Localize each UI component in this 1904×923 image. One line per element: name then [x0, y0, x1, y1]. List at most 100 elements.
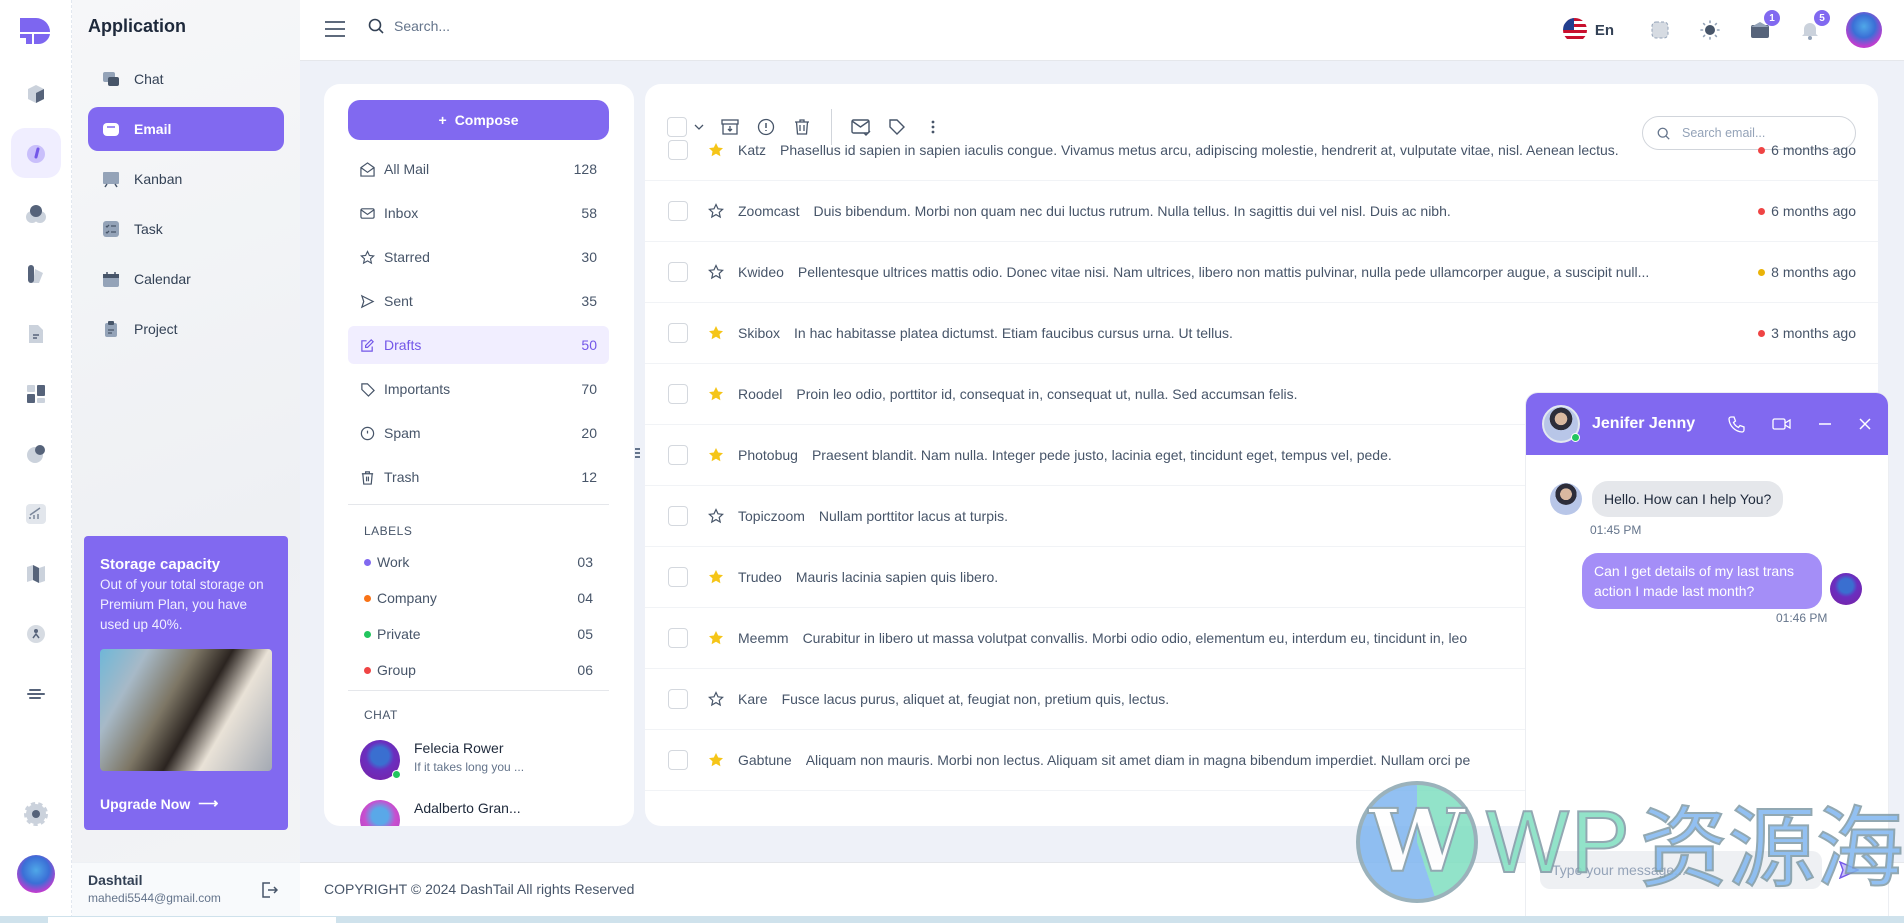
star-icon[interactable] [708, 263, 726, 281]
rail-person[interactable] [16, 614, 56, 654]
sidebar-item-label: Project [134, 321, 178, 337]
messages-button[interactable]: 1 [1748, 10, 1780, 42]
chat-contact[interactable]: Felecia Rower If it takes long you ... [360, 740, 524, 780]
rail-widgets[interactable] [16, 374, 56, 414]
sun-icon [1700, 20, 1720, 40]
email-checkbox[interactable] [668, 506, 688, 526]
sidebar-item-chat[interactable]: Chat [88, 57, 284, 101]
video-icon[interactable] [1772, 416, 1792, 432]
folder-count: 35 [581, 293, 597, 309]
arrow-right-icon: ⟶ [198, 795, 219, 811]
folder-drafts[interactable]: Drafts 50 [348, 326, 609, 364]
star-icon[interactable] [708, 507, 726, 525]
close-icon[interactable] [1858, 417, 1872, 431]
email-row[interactable]: Kwideo Pellentesque ultrices mattis odio.… [645, 242, 1878, 303]
chat-contact[interactable]: Adalberto Gran... [360, 800, 521, 826]
upgrade-now-button[interactable]: Upgrade Now ⟶ [100, 795, 218, 812]
send-icon [360, 293, 376, 309]
label-dot [364, 666, 371, 674]
minimize-icon[interactable] [1818, 417, 1832, 431]
rail-menu[interactable] [16, 674, 56, 714]
label-count: 05 [577, 626, 593, 642]
sidebar-item-email[interactable]: Email [88, 107, 284, 151]
email-checkbox[interactable] [668, 567, 688, 587]
logout-icon[interactable] [260, 881, 278, 899]
email-row[interactable]: Katz Phasellus id sapien in sapien iaculi… [645, 120, 1878, 181]
language-selector[interactable]: En [1595, 22, 1614, 39]
chart-icon [26, 504, 46, 524]
hamburger-menu-icon[interactable] [324, 20, 346, 38]
phone-icon[interactable] [1728, 415, 1746, 433]
star-icon[interactable] [708, 202, 726, 220]
email-row[interactable]: Skibox In hac habitasse platea dictumst. … [645, 303, 1878, 364]
folder-sent[interactable]: Sent 35 [348, 282, 609, 320]
folder-importants[interactable]: Importants 70 [348, 370, 609, 408]
email-checkbox[interactable] [668, 750, 688, 770]
fullscreen-button[interactable] [1648, 18, 1672, 42]
chat-message-input[interactable]: Type your message... [1540, 851, 1822, 889]
folder-all-mail[interactable]: All Mail 128 [348, 150, 609, 188]
email-checkbox[interactable] [668, 445, 688, 465]
rail-cube[interactable] [16, 74, 56, 114]
taskbar-window[interactable] [48, 917, 336, 923]
widgets-icon [27, 385, 45, 403]
rail-circles[interactable] [16, 194, 56, 234]
email-checkbox[interactable] [668, 262, 688, 282]
email-checkbox[interactable] [668, 140, 688, 160]
email-sender: Roodel [738, 386, 783, 402]
label-work[interactable]: Work 03 [364, 554, 593, 570]
us-flag-icon[interactable] [1562, 18, 1587, 42]
email-checkbox[interactable] [668, 201, 688, 221]
email-row[interactable]: Zoomcast Duis bibendum. Morbi non quam ne… [645, 181, 1878, 242]
rail-map[interactable] [16, 554, 56, 594]
rail-user-avatar[interactable] [17, 855, 55, 893]
email-time-text: 6 months ago [1771, 203, 1856, 219]
email-subject: Nullam porttitor lacus at turpis. [818, 508, 1008, 524]
sidebar-item-project[interactable]: Project [88, 307, 284, 351]
label-group[interactable]: Group 06 [364, 662, 593, 678]
rail-dashboard[interactable] [11, 128, 61, 178]
folder-inbox[interactable]: Inbox 58 [348, 194, 609, 232]
user-email: mahedi5544@gmail.com [88, 891, 221, 905]
email-checkbox[interactable] [668, 689, 688, 709]
email-checkbox[interactable] [668, 323, 688, 343]
global-search[interactable]: Search... [368, 18, 450, 34]
rail-palette[interactable] [16, 254, 56, 294]
folder-starred[interactable]: Starred 30 [348, 238, 609, 276]
sidebar-item-task[interactable]: Task [88, 207, 284, 251]
star-filled-icon[interactable] [708, 751, 726, 769]
star-filled-icon[interactable] [708, 446, 726, 464]
star-filled-icon[interactable] [708, 568, 726, 586]
sidebar-item-calendar[interactable]: Calendar [88, 257, 284, 301]
compose-label: Compose [454, 112, 519, 128]
resize-handle[interactable] [635, 448, 641, 462]
pie-icon [27, 445, 45, 463]
folder-trash[interactable]: Trash 12 [348, 458, 609, 496]
star-icon[interactable] [708, 690, 726, 708]
circles-icon [26, 205, 46, 223]
notifications-button[interactable]: 5 [1798, 10, 1830, 42]
label-company[interactable]: Company 04 [364, 590, 593, 606]
folder-spam[interactable]: Spam 20 [348, 414, 609, 452]
star-filled-icon[interactable] [708, 141, 726, 159]
star-filled-icon[interactable] [708, 324, 726, 342]
label-dot [364, 594, 371, 602]
folder-label: Trash [384, 469, 420, 485]
sidebar-item-kanban[interactable]: Kanban [88, 157, 284, 201]
dashtail-logo[interactable] [18, 12, 54, 48]
user-avatar[interactable] [1846, 12, 1882, 48]
rail-pie[interactable] [16, 434, 56, 474]
star-filled-icon[interactable] [708, 385, 726, 403]
star-filled-icon[interactable] [708, 629, 726, 647]
rail-chart[interactable] [16, 494, 56, 534]
rail-settings[interactable] [16, 794, 56, 834]
theme-toggle-button[interactable] [1698, 18, 1722, 42]
dashboard-gauge-icon [27, 145, 45, 163]
label-private[interactable]: Private 05 [364, 626, 593, 642]
send-button[interactable] [1830, 851, 1868, 889]
email-time: 3 months ago [1758, 325, 1856, 341]
email-checkbox[interactable] [668, 628, 688, 648]
email-checkbox[interactable] [668, 384, 688, 404]
compose-button[interactable]: + Compose [348, 100, 609, 140]
rail-document[interactable] [16, 314, 56, 354]
